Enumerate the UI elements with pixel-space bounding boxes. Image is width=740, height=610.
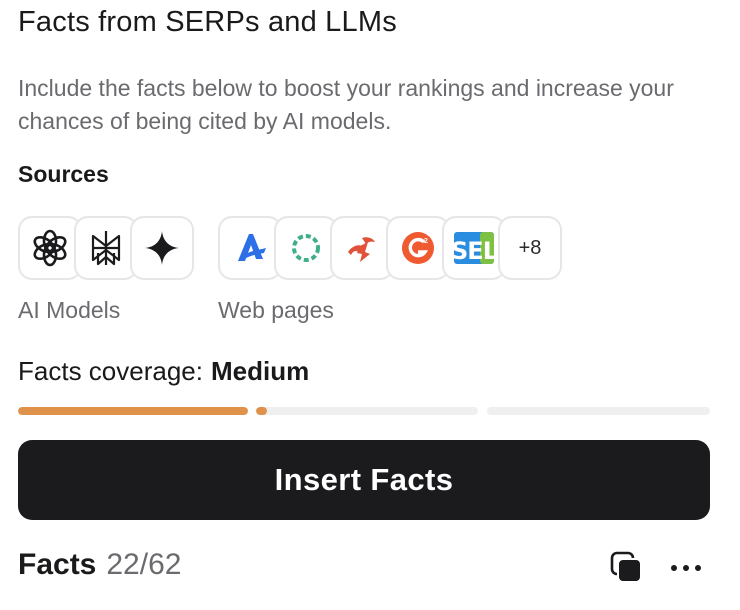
coverage-segment-2 xyxy=(256,407,478,415)
more-options-icon[interactable] xyxy=(666,551,706,585)
facts-heading: Facts 22/62 xyxy=(18,548,181,582)
web-pages-icon-group[interactable]: 2 SEL +8 xyxy=(218,216,562,280)
insert-facts-button[interactable]: Insert Facts xyxy=(18,440,710,520)
panel-title: Facts from SERPs and LLMs xyxy=(18,6,397,38)
sources-heading: Sources xyxy=(18,161,109,187)
facts-coverage: Facts coverage: Medium xyxy=(18,356,309,387)
facts-coverage-value: Medium xyxy=(210,356,310,386)
sel-icon[interactable]: SEL xyxy=(442,216,506,280)
ai-models-label: AI Models xyxy=(18,297,121,323)
coverage-segment-2-fill xyxy=(256,407,268,415)
g2-icon[interactable]: 2 xyxy=(386,216,450,280)
svg-text:SEL: SEL xyxy=(452,237,496,265)
svg-text:2: 2 xyxy=(424,238,428,245)
facts-coverage-label: Facts coverage: xyxy=(18,356,203,386)
facts-count: 22/62 xyxy=(106,548,182,581)
gemini-icon[interactable] xyxy=(130,216,194,280)
openai-icon[interactable] xyxy=(18,216,82,280)
facts-label: Facts xyxy=(18,548,97,581)
a-site-icon[interactable] xyxy=(218,216,282,280)
ai-models-icon-group[interactable] xyxy=(18,216,194,280)
coverage-segment-3 xyxy=(487,407,710,415)
red-logo-site-icon[interactable] xyxy=(330,216,394,280)
coverage-segment-1 xyxy=(18,407,248,415)
coverage-progress-bar xyxy=(18,407,710,415)
more-sources-button[interactable]: +8 xyxy=(498,216,562,280)
ring-site-icon[interactable] xyxy=(274,216,338,280)
copy-icon[interactable] xyxy=(610,551,644,585)
perplexity-icon[interactable] xyxy=(74,216,138,280)
coverage-segment-1-fill xyxy=(18,407,248,415)
panel-description: Include the facts below to boost your ra… xyxy=(18,75,674,134)
web-pages-label: Web pages xyxy=(218,297,334,323)
